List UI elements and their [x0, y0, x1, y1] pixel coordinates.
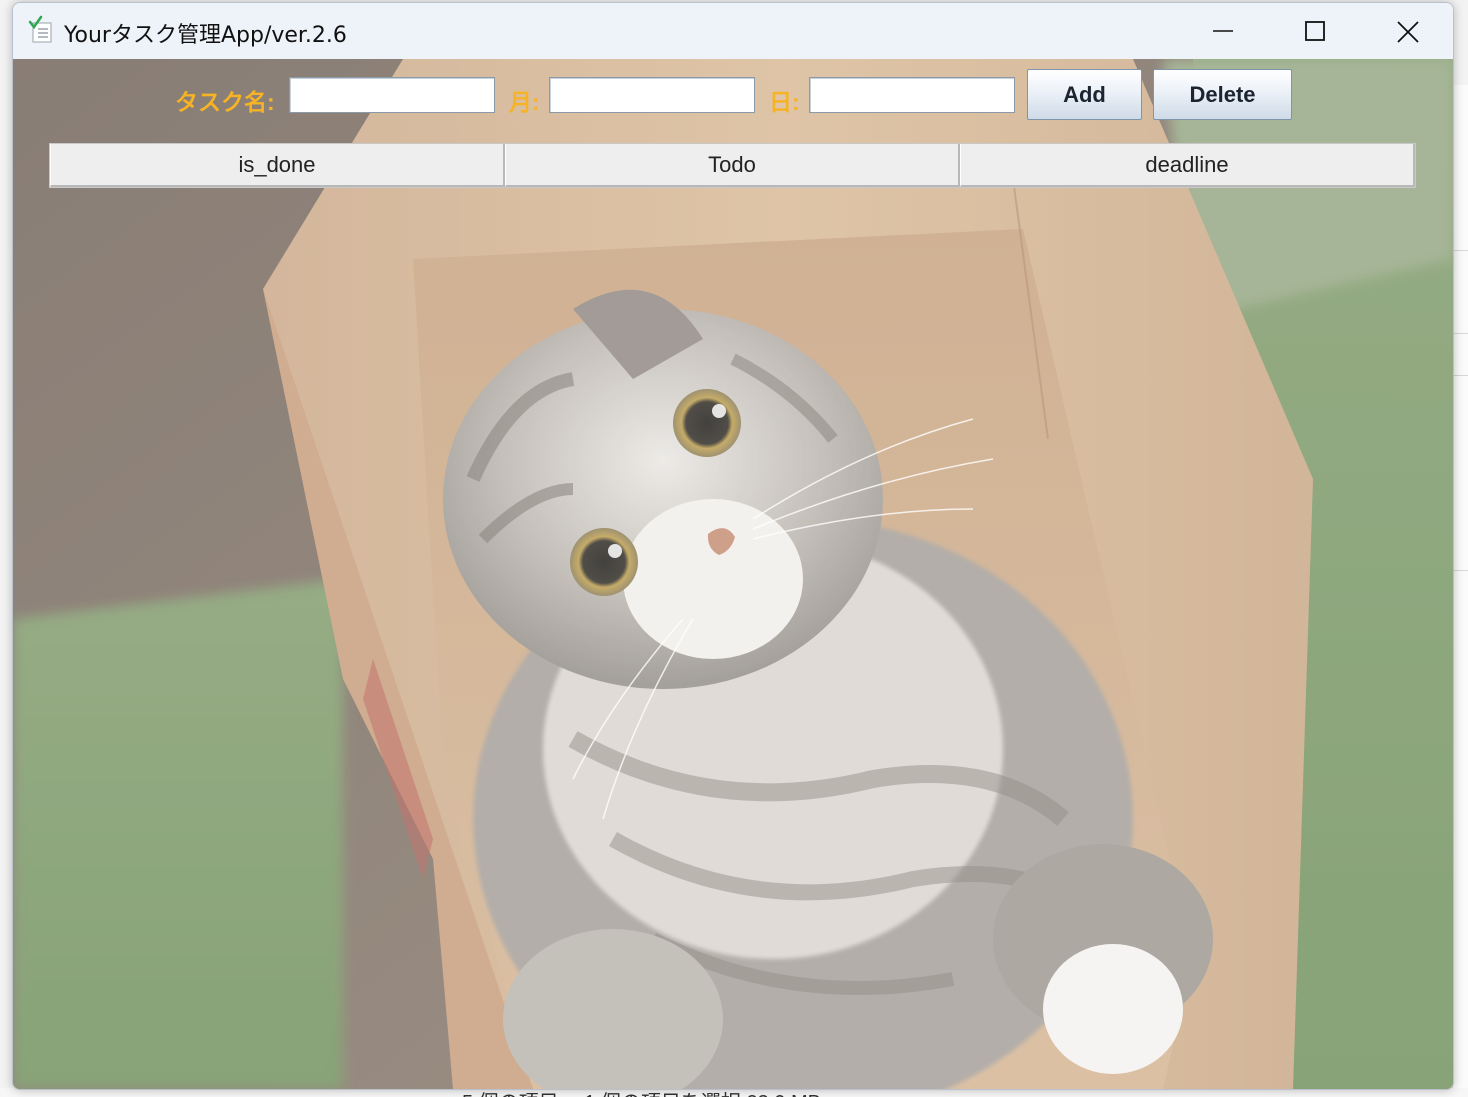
title-bar[interactable]: Yourタスク管理App/ver.2.6	[13, 3, 1453, 59]
maximize-icon	[1305, 21, 1325, 41]
background-divider	[1452, 333, 1468, 334]
month-label: 月:	[509, 89, 540, 115]
column-header-is-done[interactable]: is_done	[50, 144, 505, 187]
client-area: タスク名: 月: 日: Add Delete is_done Todo dead…	[13, 59, 1453, 1089]
app-window: Yourタスク管理App/ver.2.6 タスク名: 月: 日: Add Del…	[12, 2, 1454, 1090]
background-divider	[1452, 250, 1468, 251]
window-title: Yourタスク管理App/ver.2.6	[64, 23, 347, 48]
minimize-icon	[1213, 30, 1233, 32]
background-window-edge	[1452, 85, 1468, 1097]
day-input[interactable]	[809, 77, 1015, 113]
maximize-button[interactable]	[1269, 3, 1361, 59]
column-header-deadline[interactable]: deadline	[960, 144, 1415, 187]
table-header: is_done Todo deadline	[49, 143, 1416, 188]
close-button[interactable]	[1361, 3, 1453, 59]
checklist-icon	[28, 15, 52, 43]
cat-in-paper-bag-photo	[13, 59, 1453, 1089]
column-header-todo[interactable]: Todo	[505, 144, 960, 187]
background-divider	[1452, 375, 1468, 376]
close-icon	[1397, 21, 1419, 43]
task-name-label: タスク名:	[175, 89, 275, 115]
day-label: 日:	[769, 89, 800, 115]
minimize-button[interactable]	[1177, 3, 1269, 59]
add-button[interactable]: Add	[1027, 69, 1142, 120]
background-divider	[1452, 570, 1468, 571]
delete-button[interactable]: Delete	[1153, 69, 1292, 120]
month-input[interactable]	[549, 77, 755, 113]
task-name-input[interactable]	[289, 77, 495, 113]
